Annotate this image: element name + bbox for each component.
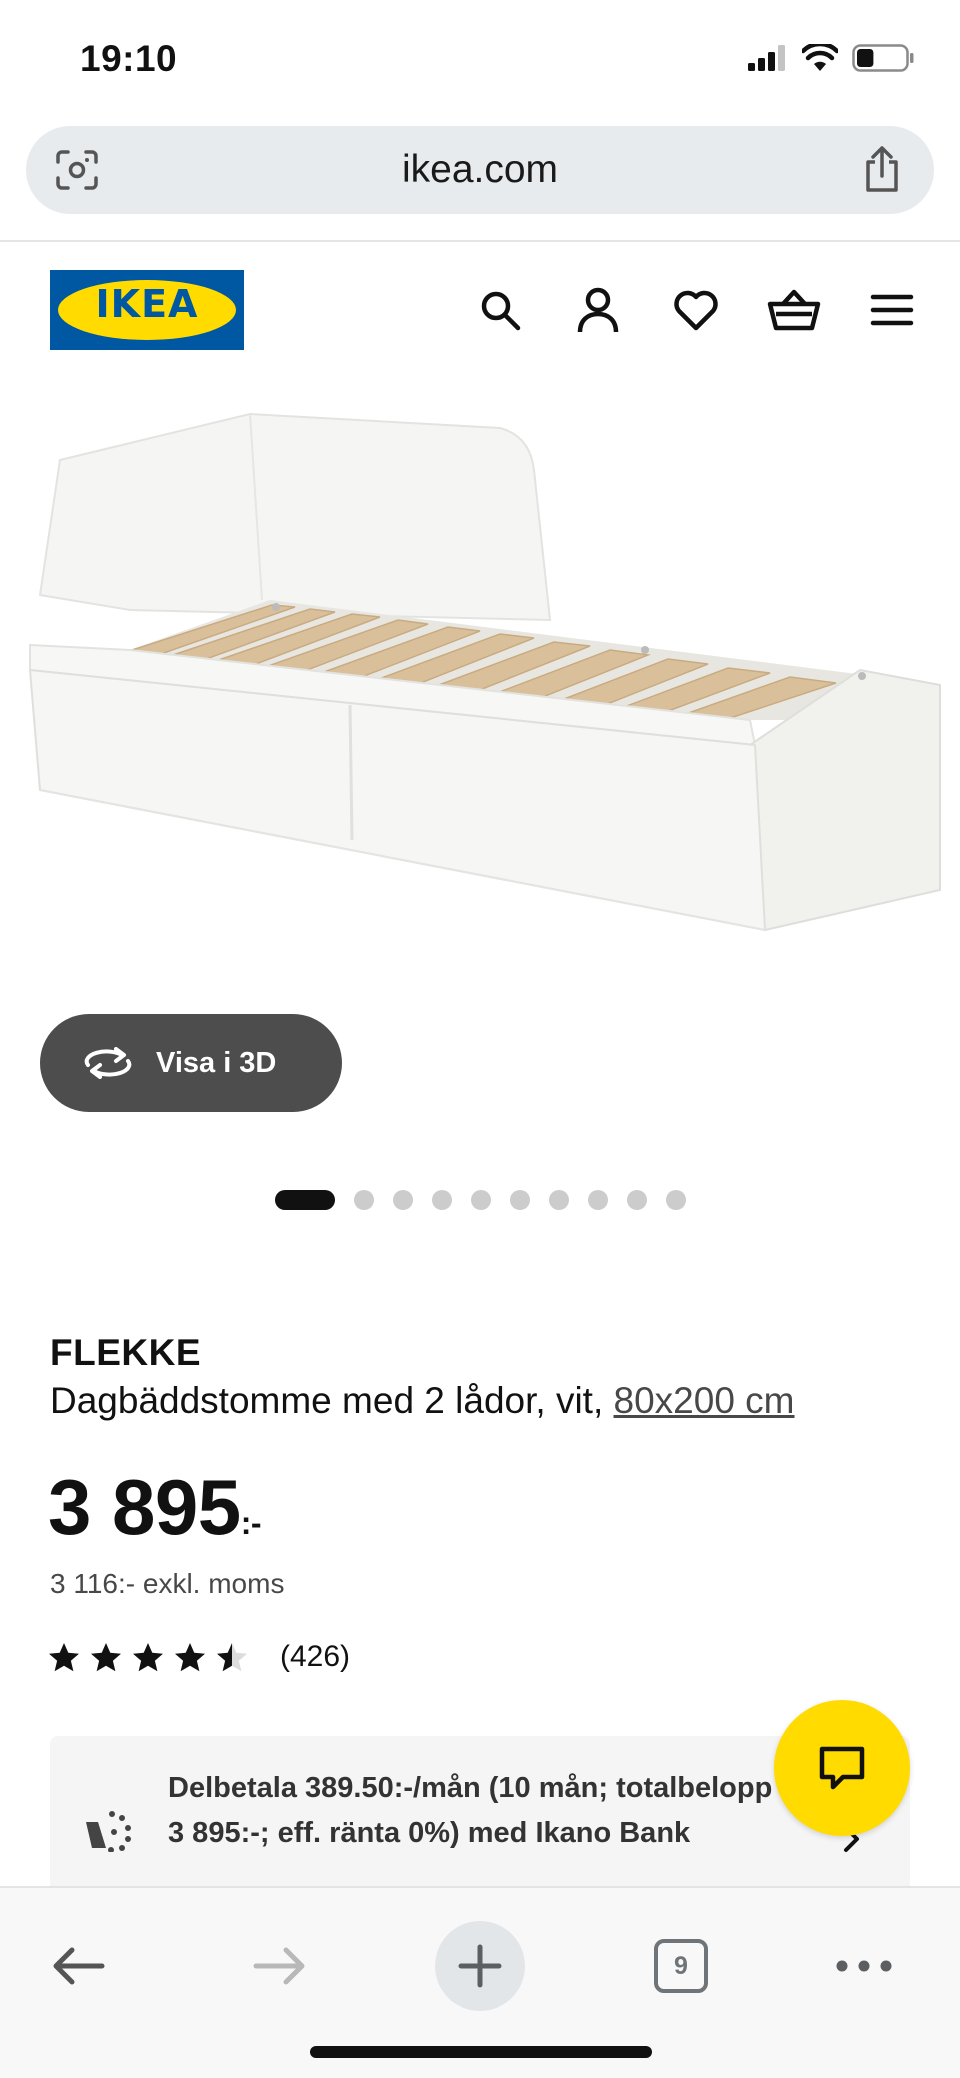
carousel-dot[interactable] [274,1190,335,1210]
star-icon [217,1642,247,1671]
url-text[interactable]: ikea.com [26,148,934,192]
star-icon [91,1642,121,1671]
battery-icon [852,44,914,72]
product-image[interactable] [0,400,960,1020]
home-indicator [310,2046,652,2058]
wifi-icon [802,44,838,71]
more-icon [836,1960,892,1972]
review-count[interactable]: (426) [280,1640,350,1674]
chat-button[interactable] [774,1700,910,1836]
carousel-dot[interactable] [392,1190,413,1210]
account-button[interactable] [570,282,626,338]
status-bar: 19:10 [0,0,960,120]
address-bar[interactable]: ikea.com [26,126,934,214]
logo-text: IKEA [95,282,199,326]
menu-icon [870,294,914,326]
price-value: 3 895 [48,1463,241,1551]
signal-icon [748,45,785,71]
installment-icon [86,1811,131,1852]
carousel-dot[interactable] [431,1190,452,1210]
view-3d-button[interactable]: Visa i 3D [40,1014,342,1112]
menu-button[interactable] [864,282,920,338]
carousel-dot[interactable] [470,1190,491,1210]
forward-icon [253,1947,305,1985]
forward-button[interactable] [236,1922,324,2010]
header-nav [472,282,920,338]
star-icon [133,1642,163,1671]
basket-icon [767,289,821,331]
carousel-dot[interactable] [548,1190,569,1210]
basket-button[interactable] [766,282,822,338]
search-button[interactable] [472,282,528,338]
new-tab-button[interactable] [435,1921,525,2011]
size-link[interactable]: 80x200 cm [614,1380,795,1421]
carousel-dot[interactable] [509,1190,530,1210]
price-excl-vat: 3 116:- exkl. moms [50,1568,285,1599]
tabs-icon: 9 [654,1939,708,1993]
view-3d-label: Visa i 3D [156,1046,277,1079]
rotate-3d-icon [84,1047,132,1079]
daybed-illustration [28,412,941,932]
star-icon [49,1642,79,1671]
product-price: 3 895:- [48,1462,262,1553]
carousel-dot[interactable] [587,1190,608,1210]
product-description: Dagbäddstomme med 2 lådor, vit, 80x200 c… [50,1380,795,1422]
more-button[interactable] [820,1922,908,2010]
price-suffix: :- [240,1505,262,1541]
back-icon [53,1947,105,1985]
tabs-button[interactable]: 9 [637,1922,725,2010]
share-icon[interactable] [862,144,902,194]
rating-stars [48,1642,248,1673]
favourites-button[interactable] [668,282,724,338]
plus-icon [458,1944,502,1988]
status-time: 19:10 [80,38,178,79]
carousel-dot[interactable] [626,1190,647,1210]
user-icon [577,287,619,333]
finance-text: Delbetala 389.50:-/mån (10 mån; totalbel… [168,1772,773,1849]
status-icons [748,44,914,72]
heart-icon [674,290,718,331]
star-icon [175,1642,205,1671]
product-rating[interactable]: (426) [48,1640,350,1674]
carousel-dot[interactable] [353,1190,374,1210]
product-description-text: Dagbäddstomme med 2 lådor, vit, [50,1380,614,1421]
ikea-logo[interactable]: IKEA [50,270,244,350]
chat-icon [819,1746,865,1790]
product-name: FLEKKE [50,1332,201,1373]
search-icon [481,291,521,331]
carousel-dots [0,1190,960,1210]
back-button[interactable] [34,1922,122,2010]
carousel-dot[interactable] [665,1190,686,1210]
divider [0,240,960,242]
